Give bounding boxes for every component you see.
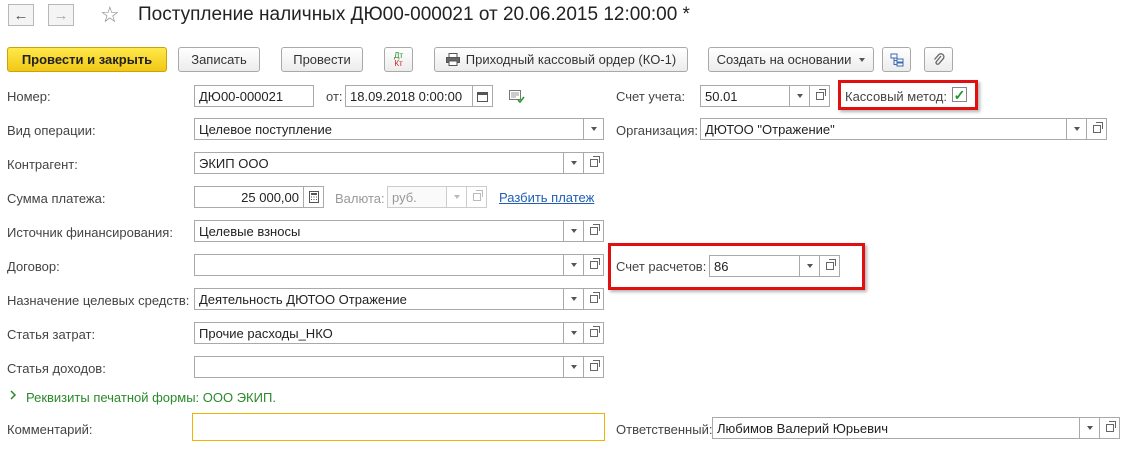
highlight-frame-cash-method (838, 80, 978, 110)
number-field[interactable]: ДЮ00-000021 (194, 85, 314, 107)
contract-open-button[interactable] (584, 254, 604, 276)
open-icon (589, 156, 600, 167)
printer-icon (445, 53, 460, 66)
date-field[interactable]: 18.09.2018 0:00:00 (345, 85, 473, 107)
kt-label: Кт (394, 58, 403, 68)
funding-field[interactable]: Целевые взносы (194, 220, 564, 242)
arrow-right-icon: → (53, 6, 69, 24)
counterparty-open-button[interactable] (584, 152, 604, 174)
open-icon (1105, 421, 1116, 432)
comment-label: Комментарий: (7, 422, 93, 437)
organization-field[interactable]: ДЮТОО "Отражение" (700, 118, 1067, 140)
open-icon (815, 89, 826, 100)
post-and-close-button[interactable]: Провести и закрыть (7, 47, 167, 72)
funding-dropdown[interactable] (564, 220, 584, 242)
counterparty-dropdown[interactable] (564, 152, 584, 174)
favorite-star-icon[interactable]: ☆ (100, 2, 120, 28)
create-based-on-label: Создать на основании (716, 52, 852, 67)
page-title: Поступление наличных ДЮ00-000021 от 20.0… (138, 4, 690, 25)
dt-kt-button[interactable]: Дт Кт (384, 47, 413, 72)
save-button[interactable]: Записать (178, 47, 260, 72)
structure-button[interactable] (882, 47, 911, 72)
open-icon (589, 326, 600, 337)
comment-field[interactable] (192, 413, 605, 441)
calculator-button[interactable] (304, 186, 324, 208)
counterparty-field[interactable]: ЭКИП ООО (194, 152, 564, 174)
expense-item-field[interactable]: Прочие расходы_НКО (194, 322, 564, 344)
responsible-dropdown[interactable] (1080, 417, 1100, 439)
amount-field[interactable]: 25 000,00 (194, 186, 304, 208)
expense-item-dropdown[interactable] (564, 322, 584, 344)
contract-dropdown[interactable] (564, 254, 584, 276)
account-label: Счет учета: (616, 89, 686, 104)
attach-button[interactable] (924, 47, 953, 72)
calendar-icon (477, 91, 488, 102)
income-item-label: Статья доходов: (7, 361, 106, 376)
contract-field[interactable] (194, 254, 564, 276)
highlight-frame-settlement-account (608, 243, 865, 290)
income-item-dropdown[interactable] (564, 356, 584, 378)
post-button[interactable]: Провести (281, 47, 363, 72)
currency-open-button[interactable] (467, 186, 487, 208)
responsible-open-button[interactable] (1100, 417, 1120, 439)
create-based-on-button[interactable]: Создать на основании (708, 47, 874, 72)
date-from-label: от: (326, 89, 343, 104)
calendar-button[interactable] (473, 85, 493, 107)
purpose-dropdown[interactable] (564, 288, 584, 310)
expense-item-open-button[interactable] (584, 322, 604, 344)
split-payment-link[interactable]: Разбить платеж (499, 190, 594, 205)
calculator-icon (308, 191, 319, 203)
structure-icon (890, 53, 903, 66)
open-icon (589, 360, 600, 371)
open-icon (589, 292, 600, 303)
purpose-open-button[interactable] (584, 288, 604, 310)
currency-label: Валюта: (335, 191, 385, 206)
forward-button[interactable]: → (48, 4, 74, 26)
organization-open-button[interactable] (1087, 118, 1107, 140)
counterparty-label: Контрагент: (7, 157, 78, 172)
print-details-toggle[interactable] (9, 390, 17, 400)
print-details-link[interactable]: Реквизиты печатной формы: ООО ЭКИП. (26, 390, 276, 405)
organization-dropdown[interactable] (1067, 118, 1087, 140)
currency-field[interactable]: руб. (387, 186, 447, 208)
receipt-order-label: Приходный кассовый ордер (КО-1) (465, 52, 677, 67)
back-button[interactable]: ← (8, 4, 34, 26)
income-item-open-button[interactable] (584, 356, 604, 378)
paperclip-icon (933, 52, 945, 65)
number-label: Номер: (7, 89, 51, 104)
operation-label: Вид операции: (7, 123, 96, 138)
amount-label: Сумма платежа: (7, 191, 106, 206)
responsible-label: Ответственный: (616, 422, 713, 437)
dropdown-arrow-icon (859, 57, 866, 62)
account-dropdown[interactable] (790, 85, 810, 107)
organization-label: Организация: (616, 123, 699, 138)
responsible-field[interactable]: Любимов Валерий Юрьевич (712, 417, 1080, 439)
open-icon (589, 224, 600, 235)
operation-dropdown[interactable] (584, 118, 604, 140)
purpose-field[interactable]: Деятельность ДЮТОО Отражение (194, 288, 564, 310)
income-item-field[interactable] (194, 356, 564, 378)
open-icon (1092, 122, 1103, 133)
receipt-order-button[interactable]: Приходный кассовый ордер (КО-1) (434, 47, 688, 72)
arrow-left-icon: ← (13, 6, 29, 24)
currency-dropdown[interactable] (447, 186, 467, 208)
open-icon (589, 258, 600, 269)
purpose-label: Назначение целевых средств: (7, 293, 190, 308)
operation-field[interactable]: Целевое поступление (194, 118, 584, 140)
account-open-button[interactable] (810, 85, 830, 107)
chevron-right-icon (10, 390, 17, 400)
account-field[interactable]: 50.01 (700, 85, 790, 107)
funding-label: Источник финансирования: (7, 225, 173, 240)
open-icon (472, 190, 483, 201)
contract-label: Договор: (7, 259, 60, 274)
expense-item-label: Статья затрат: (7, 327, 96, 342)
history-icon[interactable] (509, 90, 525, 104)
funding-open-button[interactable] (584, 220, 604, 242)
